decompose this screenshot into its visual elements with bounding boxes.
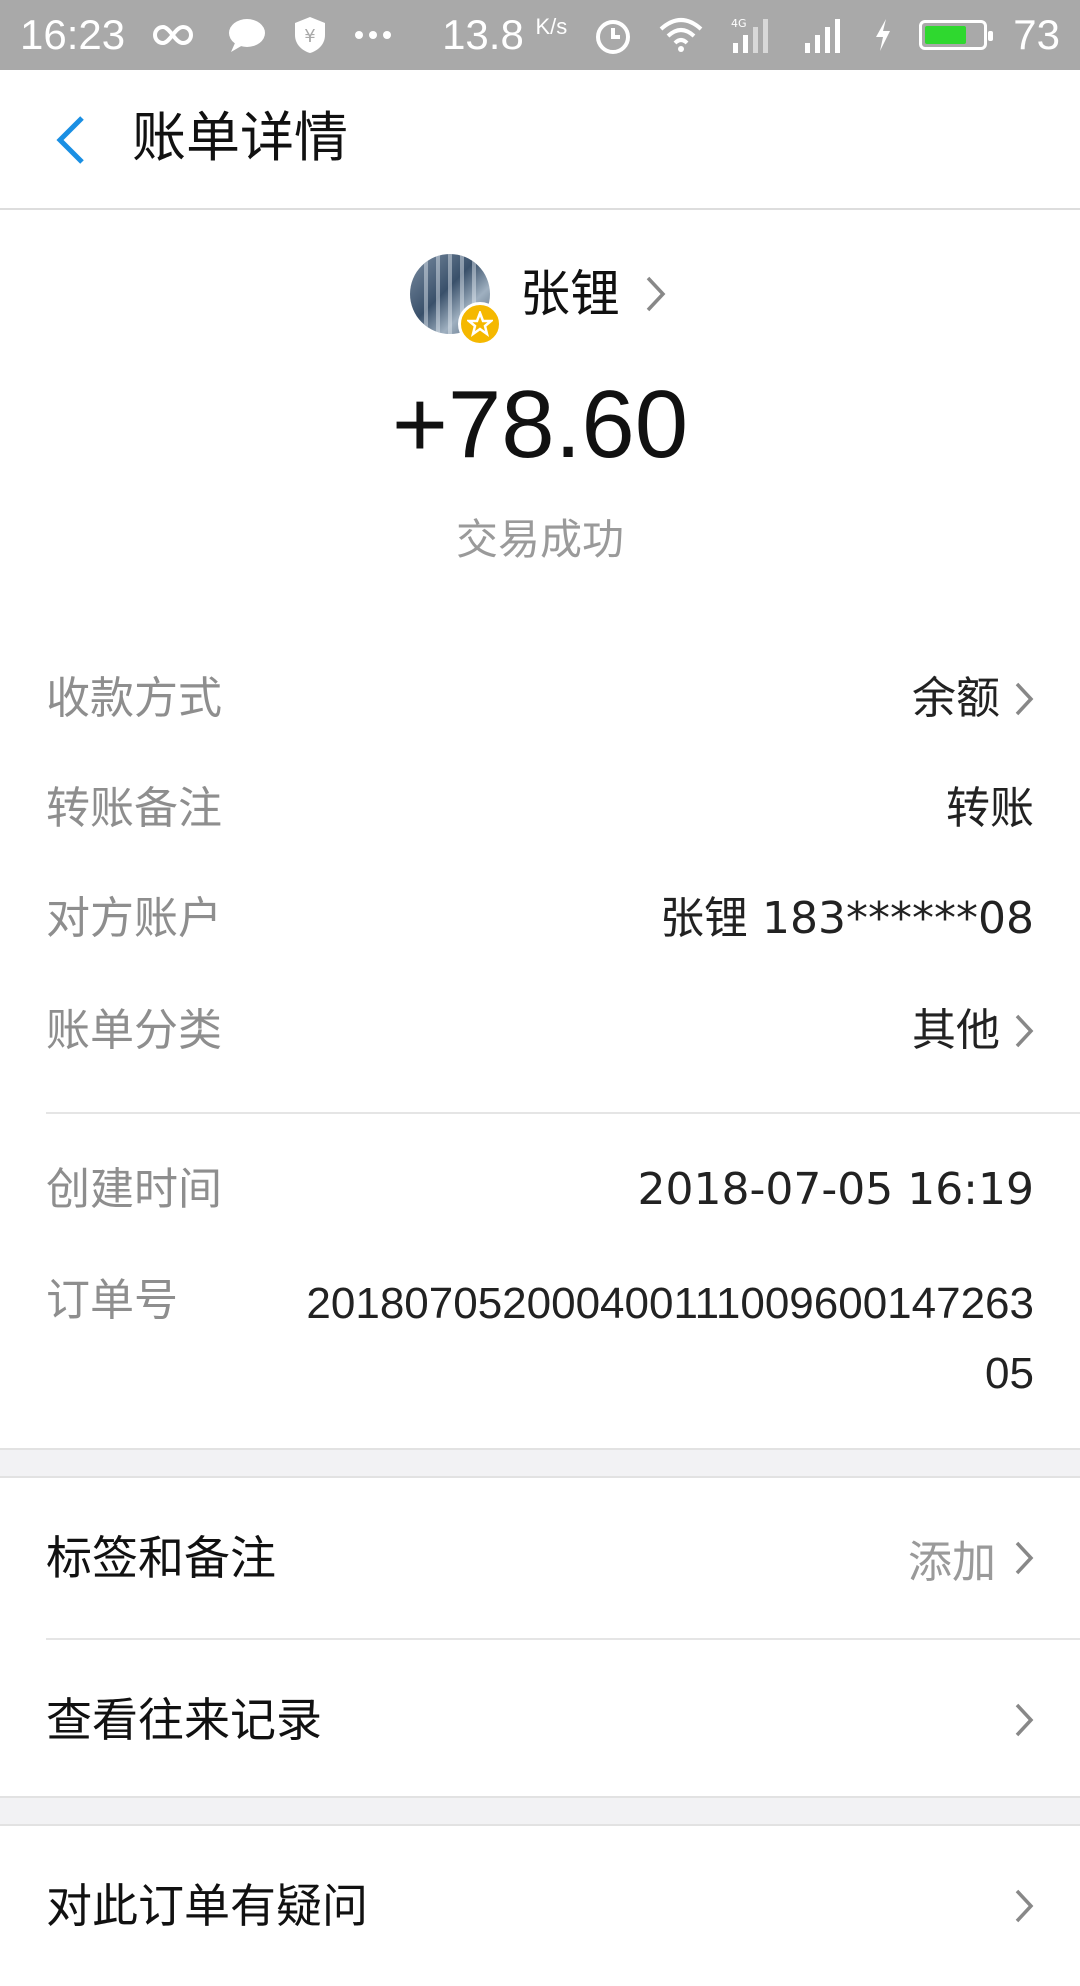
order-number: 201807052000400111009600147263 05 [306, 1279, 1034, 1398]
signal-icon [801, 15, 847, 55]
order-question-label: 对此订单有疑问 [46, 1879, 368, 1933]
add-link[interactable]: 添加 [908, 1526, 996, 1590]
more-dots-icon [353, 29, 393, 41]
counterparty-name[interactable]: 张锂 [520, 262, 620, 326]
status-time: 16:23 [20, 11, 126, 58]
detail-value: 转账 [946, 783, 1034, 834]
alarm-icon [593, 15, 633, 55]
detail-row-created-time: 创建时间 2018-07-05 16:19 [46, 1155, 1034, 1225]
detail-row-order-number: 订单号 201807052000400111009600147263 05 [46, 1262, 1034, 1434]
tags-notes-label: 标签和备注 [46, 1531, 276, 1585]
section-gap [0, 1796, 1080, 1826]
battery-percent: 73 [1013, 11, 1060, 58]
section-gap [0, 1448, 1080, 1478]
4g-signal-icon: 4G [729, 15, 775, 55]
detail-row-payment-method[interactable]: 收款方式 余额 [46, 664, 1034, 734]
charging-icon [873, 17, 893, 53]
star-badge-icon [458, 302, 502, 346]
status-bar: 16:23 ¥ 13.8 K/s 4G 73 [0, 0, 1080, 70]
divider [46, 1112, 1080, 1114]
shield-yen-icon: ¥ [293, 15, 327, 55]
back-button[interactable] [40, 108, 100, 172]
detail-row-account: 对方账户 张锂 183******08 [46, 884, 1034, 954]
chevron-right-icon[interactable] [1014, 1887, 1034, 1925]
detail-label: 创建时间 [46, 1164, 222, 1215]
wifi-icon [659, 17, 703, 53]
net-speed: 13.8 K/s [442, 11, 568, 58]
chevron-right-icon[interactable] [1014, 1012, 1034, 1050]
svg-text:¥: ¥ [304, 26, 315, 47]
app-header: 账单详情 [0, 70, 1080, 210]
page-title: 账单详情 [132, 106, 348, 169]
history-row[interactable]: 查看往来记录 [0, 1640, 1080, 1800]
detail-label: 订单号 [46, 1275, 178, 1326]
detail-value: 余额 [912, 673, 1000, 724]
chevron-right-icon[interactable] [1014, 1701, 1034, 1739]
transaction-status: 交易成功 [455, 515, 624, 564]
chevron-right-icon[interactable] [645, 274, 667, 318]
counterparty-profile[interactable]: 张锂 [0, 250, 1080, 346]
detail-label: 对方账户 [46, 893, 222, 944]
detail-value: 张锂 183******08 [660, 893, 1034, 944]
chevron-right-icon[interactable] [1014, 1539, 1034, 1577]
chevron-right-icon[interactable] [1014, 680, 1034, 718]
detail-label: 收款方式 [46, 673, 222, 724]
svg-text:4G: 4G [731, 17, 747, 30]
tags-notes-row[interactable]: 标签和备注 添加 [0, 1478, 1080, 1638]
chat-icon [227, 17, 267, 53]
transaction-amount: +78.60 [391, 371, 689, 478]
detail-label: 账单分类 [46, 1005, 222, 1056]
history-label: 查看往来记录 [46, 1693, 322, 1747]
back-arrow-icon [56, 116, 84, 164]
detail-row-category[interactable]: 账单分类 其他 [46, 996, 1034, 1066]
detail-value: 2018-07-05 16:19 [637, 1164, 1035, 1215]
infinity-icon [151, 21, 201, 49]
detail-label: 转账备注 [46, 783, 222, 834]
battery-icon [919, 20, 994, 50]
detail-value: 其他 [912, 1005, 1000, 1056]
order-question-row[interactable]: 对此订单有疑问 [0, 1826, 1080, 1986]
detail-row-transfer-note: 转账备注 转账 [46, 774, 1034, 844]
